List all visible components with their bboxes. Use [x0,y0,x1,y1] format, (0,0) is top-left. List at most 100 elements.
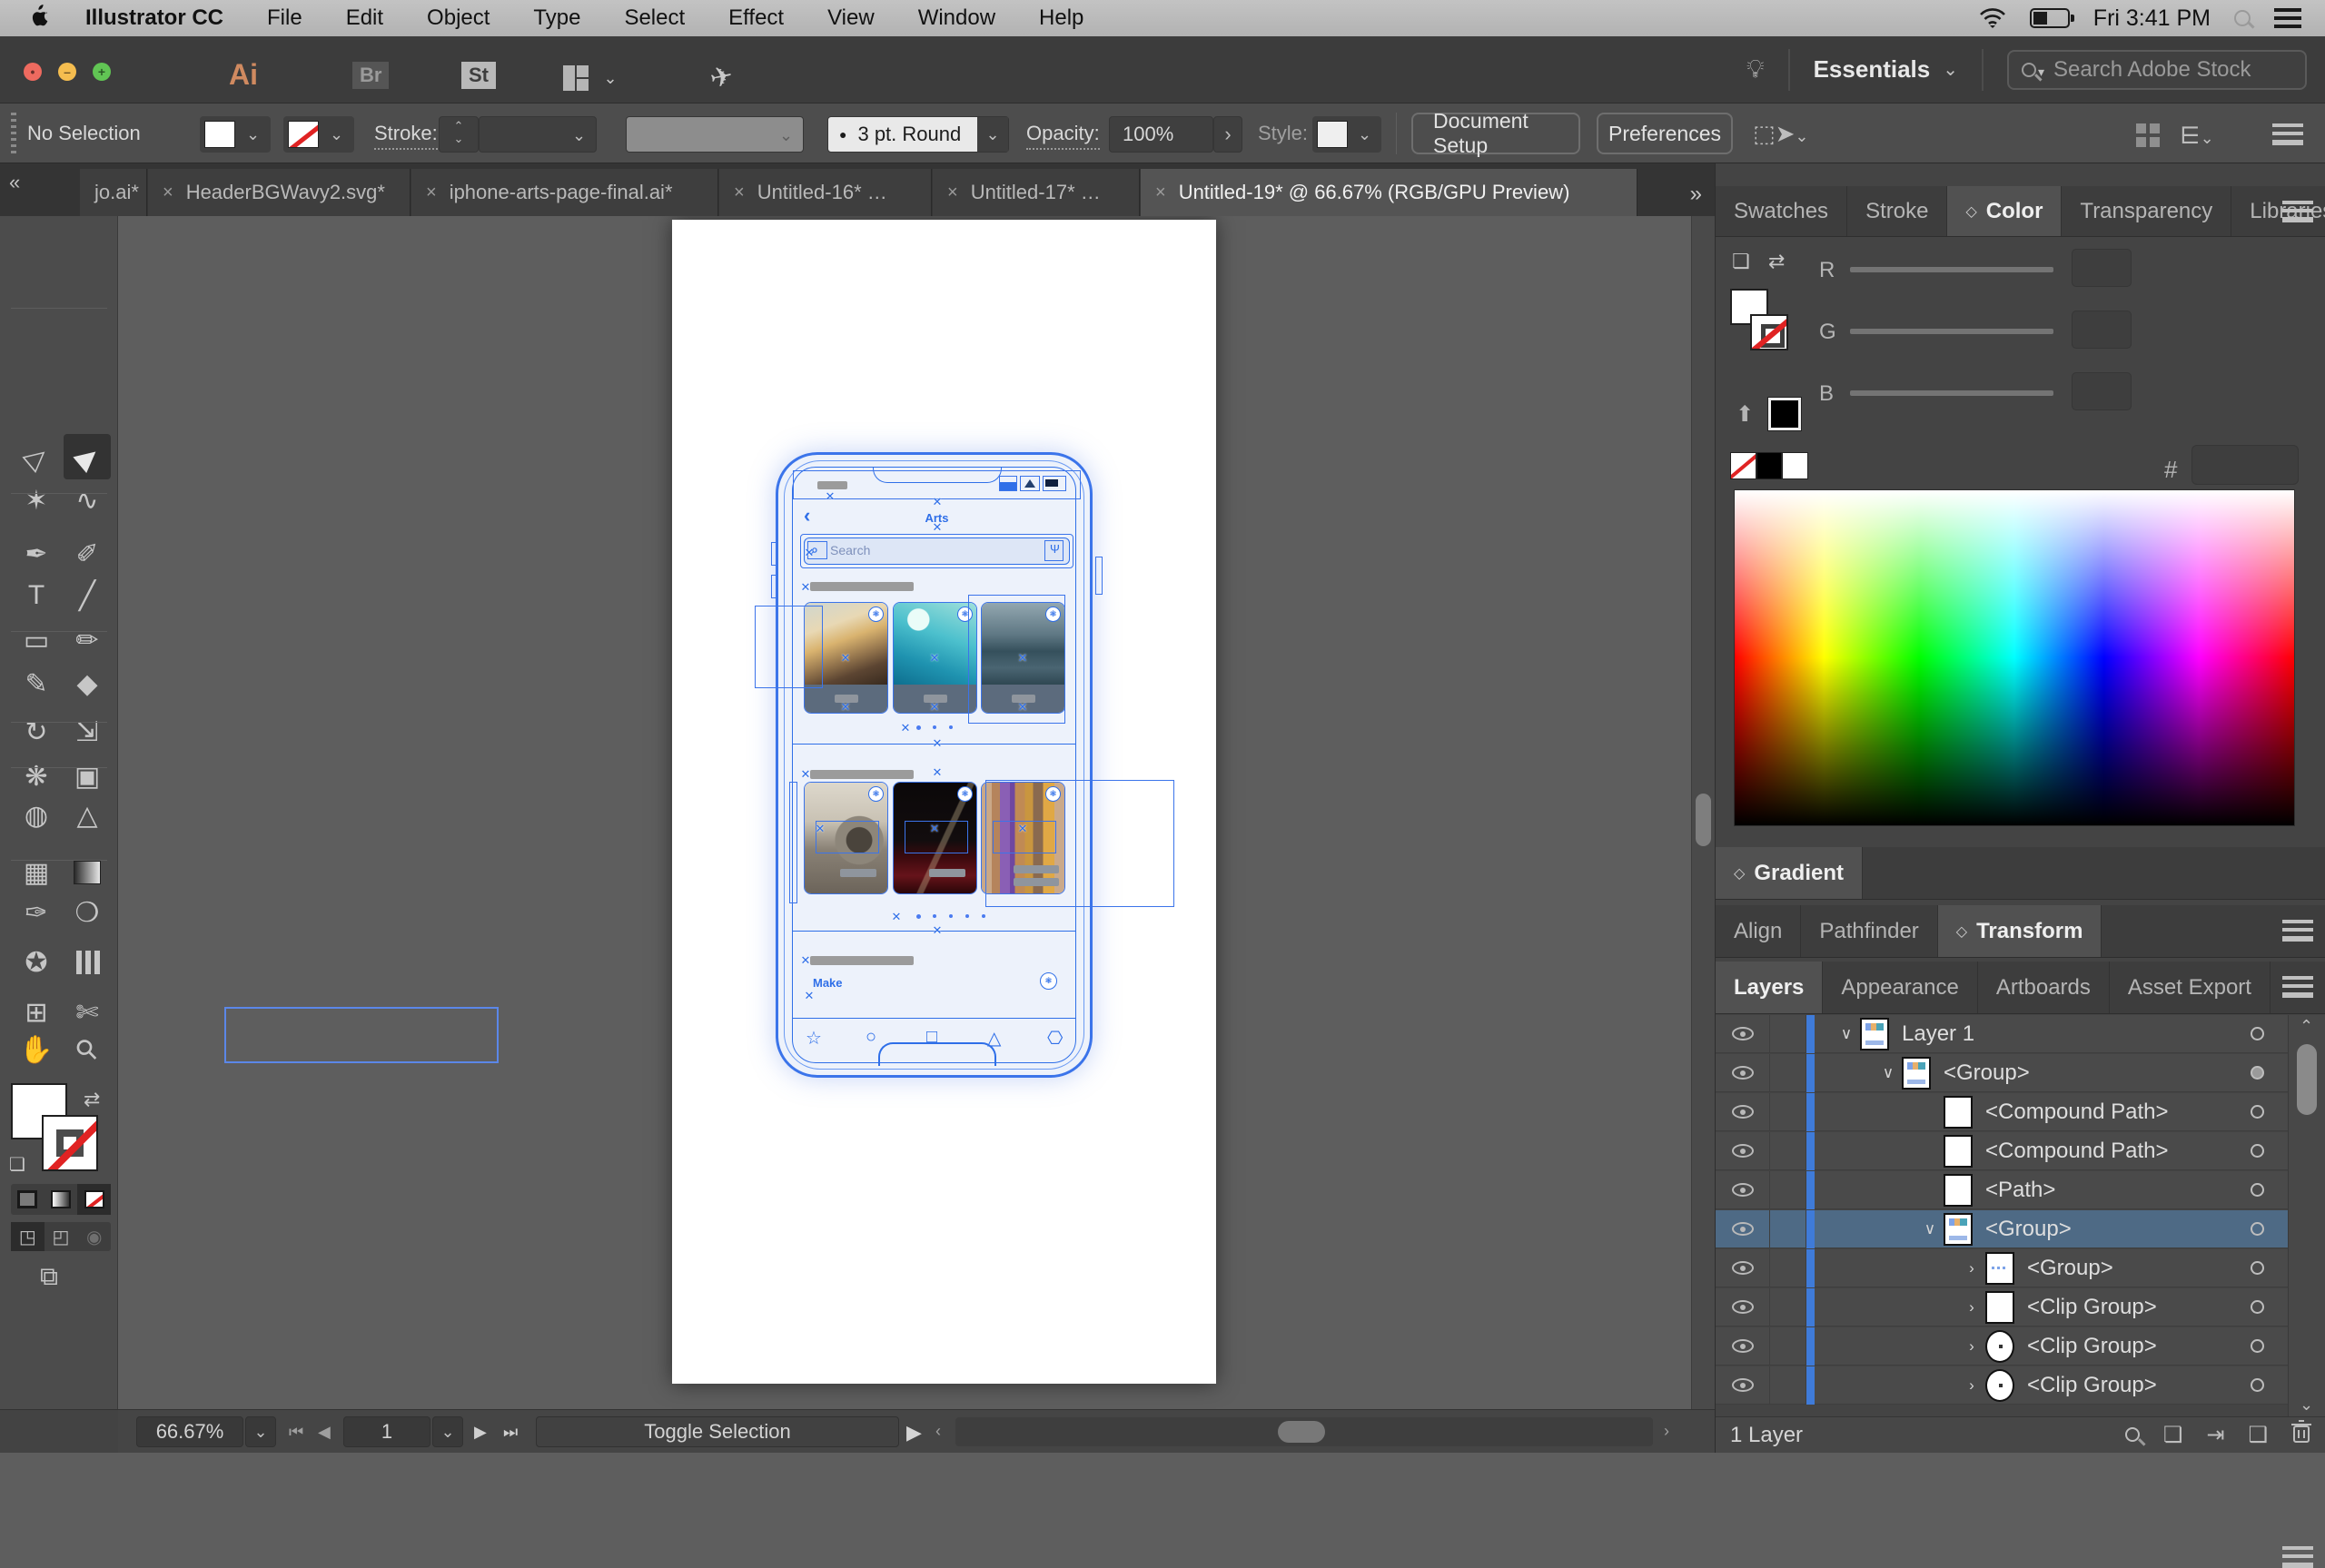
layer-label[interactable]: <Path> [1985,1178,2251,1203]
adobe-stock-search-input[interactable]: ▾ Search Adobe Stock [2007,49,2307,90]
panel-stroke-swatch[interactable] [1750,314,1788,350]
stock-icon[interactable]: St [461,62,496,89]
hscroll-thumb[interactable] [1278,1421,1325,1443]
color-mode-button[interactable] [11,1184,45,1215]
canvas-pasteboard[interactable]: ‹ Arts ⌕ Search Ψ ❃ ❃ ❃ ❃ ❃ ❃ Make ❃ ☆ ○ □ △ ⎔ [118,216,1691,1409]
scroll-down-icon[interactable]: ⌄ [2300,1395,2313,1415]
b-slider[interactable] [1850,390,2053,396]
paintbrush-tool[interactable]: ✏ [64,617,111,663]
document-arrange-icon[interactable]: ⋿⌄ [2180,122,2214,150]
expand-chevron-icon[interactable]: › [1958,1376,1985,1395]
expand-chevron-icon[interactable]: › [1958,1337,1985,1356]
menu-edit[interactable]: Edit [324,5,405,31]
direct-selection-tool[interactable]: ▷ [13,434,60,479]
tab-appearance[interactable]: Appearance [1823,962,1978,1013]
stroke-weight-dropdown[interactable]: ⌄ [479,116,597,153]
artboard-chevron[interactable]: ⌄ [432,1416,463,1447]
scale-tool[interactable]: ⇲ [64,709,111,754]
visibility-eye-icon[interactable] [1731,1339,1754,1353]
vscroll-thumb[interactable] [1696,794,1711,846]
layer-row[interactable]: <Compound Path> [1716,1131,2288,1170]
tab-transparency[interactable]: Transparency [2062,186,2232,236]
layer-label[interactable]: <Group> [1944,1060,2251,1086]
visibility-eye-icon[interactable] [1731,1222,1754,1236]
gradient-panel-menu-icon[interactable] [2282,1546,2313,1568]
menu-clock[interactable]: Fri 3:41 PM [2093,5,2211,32]
target-circle-icon[interactable] [2251,1105,2264,1119]
menu-select[interactable]: Select [602,5,707,31]
pen-tool[interactable]: ✒ [13,531,60,577]
tab-layers[interactable]: Layers [1716,962,1824,1013]
stroke-color-dropdown[interactable]: ⌄ [283,116,354,153]
expand-chevron-icon[interactable]: › [1958,1298,1985,1317]
zoom-level-field[interactable]: 66.67% [136,1416,243,1447]
locate-object-icon[interactable] [2124,1423,2140,1448]
layer-label[interactable]: <Clip Group> [2027,1334,2251,1359]
target-circle-icon[interactable] [2251,1066,2264,1080]
layers-scrollbar[interactable]: ⌃ ⌄ [2288,1015,2325,1416]
color-spectrum[interactable] [1734,489,2295,826]
document-tab[interactable]: × Untitled-16* … [719,169,932,216]
hex-input[interactable] [2191,445,2299,485]
tab-swatches[interactable]: Swatches [1716,186,1848,236]
layer-thumbnail[interactable] [1944,1173,1973,1207]
lock-cell[interactable] [1770,1287,1806,1326]
opacity-label[interactable]: Opacity: [1026,122,1100,150]
line-segment-tool[interactable]: ╱ [64,573,111,618]
layer-row[interactable]: <Compound Path> [1716,1092,2288,1131]
document-tab[interactable]: jo.ai* [80,169,147,216]
expand-chevron-icon[interactable]: › [1958,1259,1985,1277]
menu-type[interactable]: Type [511,5,602,31]
menu-help[interactable]: Help [1017,5,1105,31]
last-artboard-icon[interactable]: ⏭ [503,1423,518,1442]
selection-tool[interactable]: ▶ [64,434,111,479]
color-panel-menu-icon[interactable] [2282,201,2313,222]
layer-row[interactable]: ∨ <Group> [1716,1053,2288,1092]
target-circle-icon[interactable] [2251,1222,2264,1236]
curvature-tool[interactable]: ✐ [64,531,111,577]
column-graph-tool[interactable] [64,940,111,985]
swap-colors-icon[interactable]: ⇄ [1768,250,1785,273]
status-play-icon[interactable]: ▶ [906,1421,922,1445]
target-circle-icon[interactable] [2251,1378,2264,1392]
zoom-tool[interactable]: ⚲ [64,1027,111,1072]
stroke-swatch[interactable] [42,1115,98,1171]
layer-label[interactable]: <Group> [1985,1217,2251,1242]
expand-chevron-icon[interactable]: ∨ [1916,1220,1944,1238]
layer-row[interactable]: › <Clip Group> [1716,1287,2288,1326]
tab-stroke[interactable]: Stroke [1847,186,1948,236]
lock-cell[interactable] [1770,1366,1806,1405]
layer-thumbnail[interactable] [1985,1368,2014,1402]
menu-app-name[interactable]: Illustrator CC [69,5,245,31]
visibility-eye-icon[interactable] [1731,1105,1754,1119]
none-black-white-swatches[interactable] [1730,452,1809,479]
target-circle-icon[interactable] [2251,1300,2264,1314]
opacity-input[interactable]: 100% [1109,116,1213,153]
tab-overflow-icon[interactable]: » [1690,182,1702,207]
tab-gradient[interactable]: ◇ Gradient [1716,847,1863,899]
tab-close-icon[interactable]: × [163,182,173,203]
menu-object[interactable]: Object [405,5,511,31]
g-slider[interactable] [1850,329,2053,334]
tab-close-icon[interactable]: × [1155,182,1166,203]
swap-fill-stroke-icon[interactable]: ⇄ [84,1088,100,1111]
canvas-horizontal-scrollbar[interactable] [955,1417,1653,1446]
draw-normal-button[interactable]: ◳ [11,1222,45,1251]
layer-thumbnail[interactable] [1860,1017,1889,1050]
layers-panel-menu-icon[interactable] [2282,976,2313,998]
lasso-tool[interactable]: ∿ [64,478,111,523]
fill-color-dropdown[interactable]: ⌄ [200,116,271,153]
spotlight-search-icon[interactable] [2234,10,2251,26]
layers-scroll-thumb[interactable] [2297,1044,2317,1115]
layer-label[interactable]: <Compound Path> [1985,1139,2251,1164]
menu-file[interactable]: File [245,5,324,31]
workspace-chevron-icon[interactable]: ⌄ [1943,58,1958,81]
isolate-mode-icon[interactable]: ⇥ [2206,1422,2224,1448]
b-value-input[interactable] [2072,372,2132,410]
arrange-documents-icon[interactable]: ⌄ [563,65,618,97]
lock-cell[interactable] [1770,1131,1806,1170]
magic-wand-tool[interactable]: ✶ [13,478,60,523]
preferences-button[interactable]: Preferences [1597,113,1733,154]
tab-pathfinder[interactable]: Pathfinder [1801,905,1938,957]
perspective-grid-tool[interactable]: △ [64,793,111,838]
